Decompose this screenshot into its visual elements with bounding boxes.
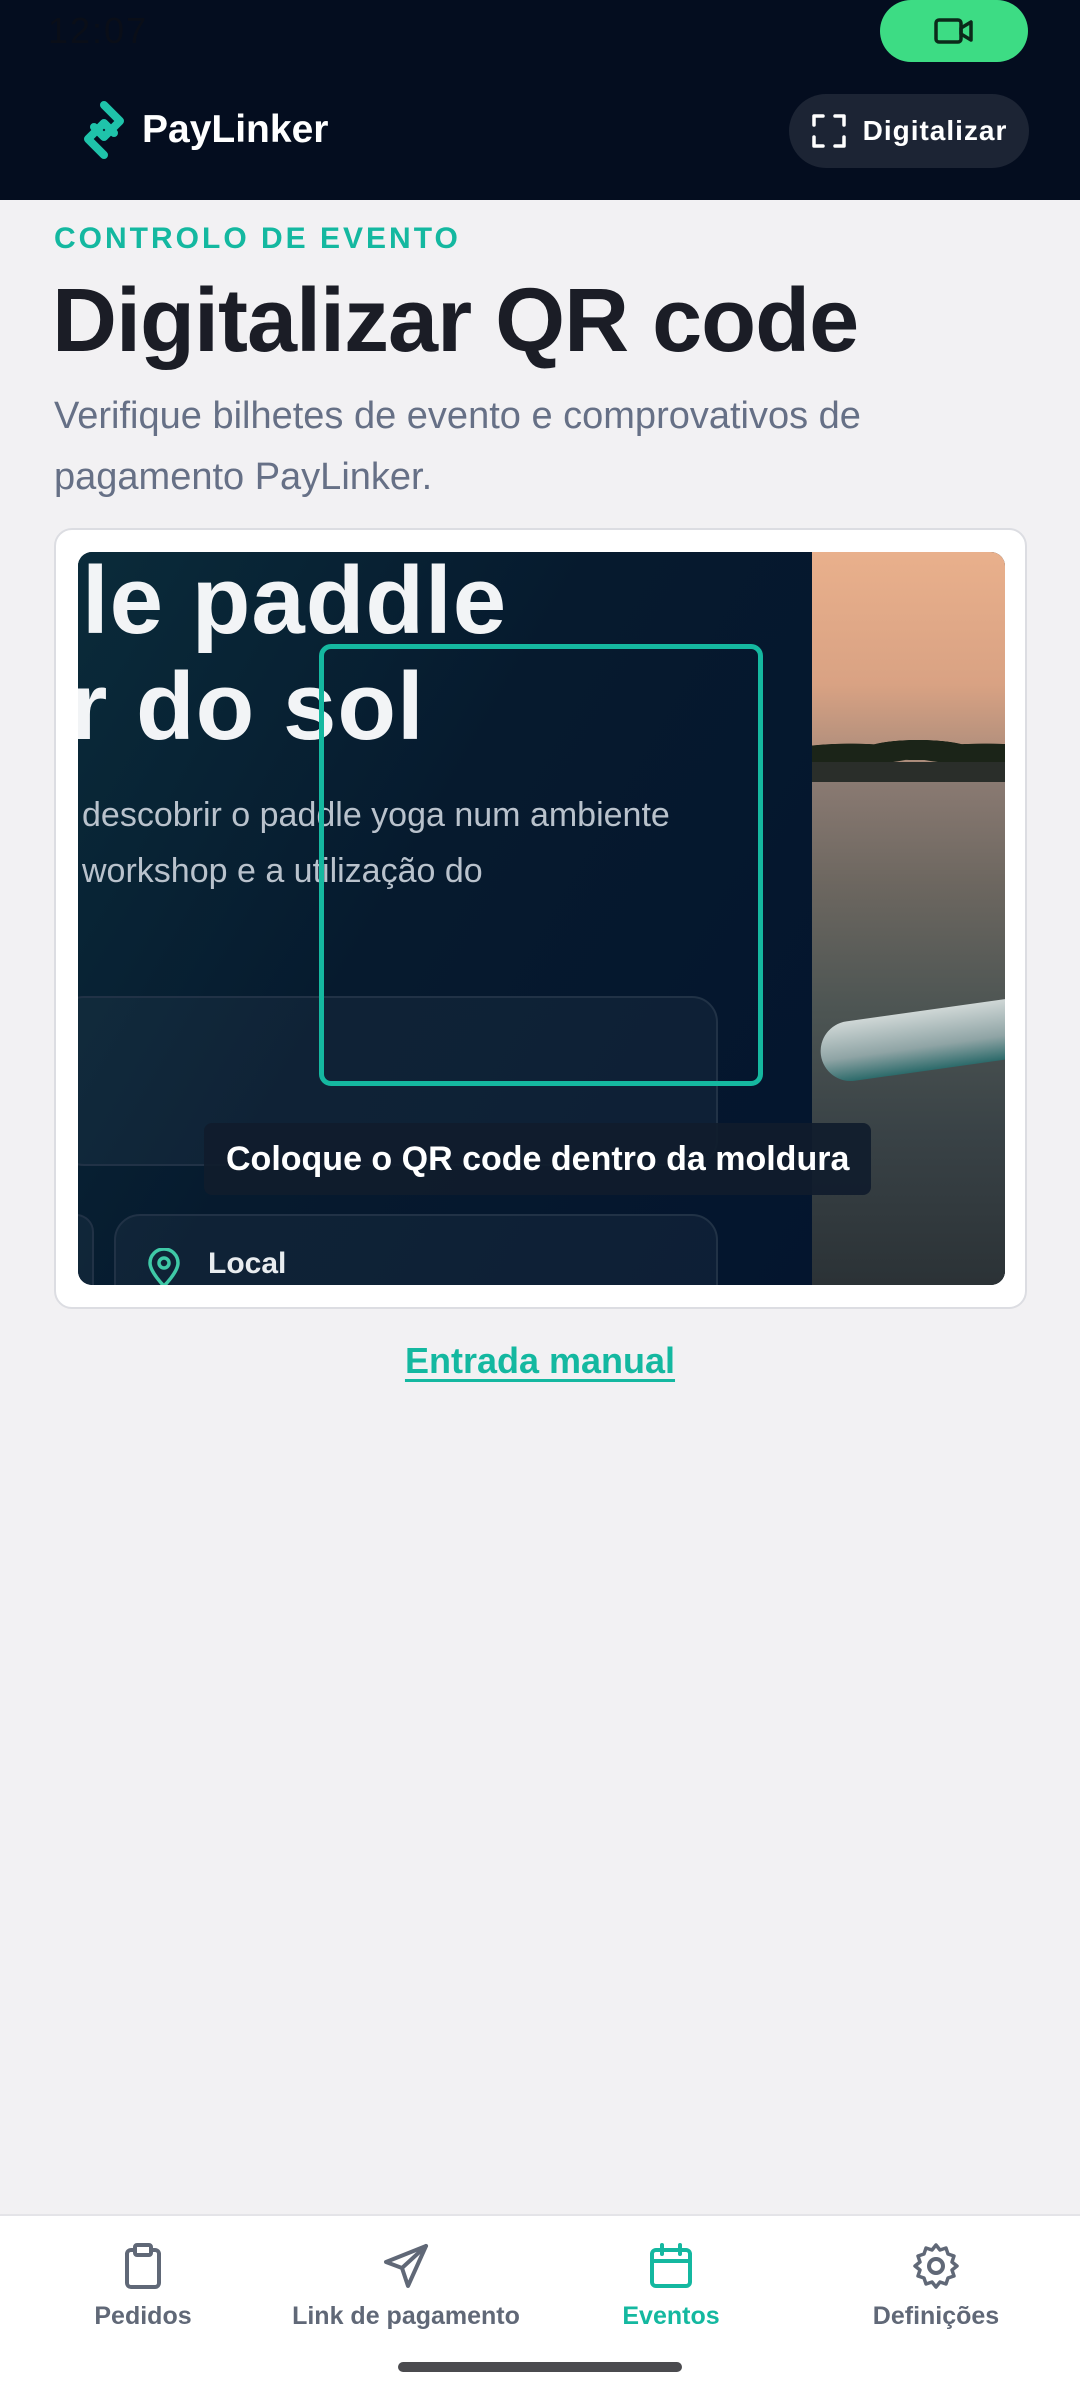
camera-feed-panel-edge <box>78 1214 94 1285</box>
app-header: 12:07 PayLinker Digitalizar <box>0 0 1080 200</box>
gesture-navigation-bar[interactable] <box>398 2362 682 2372</box>
nav-item-definicoes[interactable]: Definições <box>801 2242 1071 2352</box>
qr-target-frame <box>319 644 763 1086</box>
camera-feed-location-card <box>114 1214 718 1285</box>
clipboard-icon <box>125 2243 161 2289</box>
scan-button[interactable]: Digitalizar <box>789 94 1029 168</box>
scan-frame-icon <box>811 114 846 148</box>
camera-viewfinder[interactable]: le paddle r do sol descobrir o paddle yo… <box>78 552 1005 1285</box>
bottom-navigation: Pedidos Link de pagamento Eventos Defini… <box>0 2214 1080 2400</box>
brand-name: PayLinker <box>142 108 329 151</box>
nav-label-pedidos: Pedidos <box>94 2302 192 2330</box>
nav-item-eventos[interactable]: Eventos <box>536 2242 806 2352</box>
scan-hint: Coloque o QR code dentro da moldura <box>204 1123 872 1195</box>
paylinker-logo-icon <box>84 101 124 159</box>
camera-feed-location-label: Local <box>208 1247 287 1280</box>
scan-button-label: Digitalizar <box>862 115 1008 146</box>
manual-entry-link[interactable]: Entrada manual <box>0 1340 1080 1382</box>
section-eyebrow: CONTROLO DE EVENTO <box>54 222 461 255</box>
scanner-card: le paddle r do sol descobrir o paddle yo… <box>54 528 1027 1309</box>
camera-feed-shore <box>812 762 1005 782</box>
nav-label-definicoes: Definições <box>872 2302 1000 2330</box>
nav-label-eventos: Eventos <box>622 2302 720 2330</box>
page-subtitle: Verifique bilhetes de evento e comprovat… <box>54 395 861 498</box>
video-camera-icon <box>934 18 973 44</box>
status-time: 12:07 <box>48 10 149 51</box>
nav-label-link-de-pagamento: Link de pagamento <box>292 2302 520 2330</box>
page-title: Digitalizar QR code <box>52 271 859 371</box>
screen-record-indicator[interactable] <box>880 0 1028 62</box>
camera-feed-headline-1: le paddle <box>82 552 508 654</box>
nav-item-link-de-pagamento[interactable]: Link de pagamento <box>271 2242 541 2352</box>
send-icon <box>384 2244 428 2288</box>
calendar-icon <box>650 2243 692 2288</box>
nav-item-pedidos[interactable]: Pedidos <box>8 2242 278 2352</box>
gear-icon <box>913 2243 959 2289</box>
location-pin-icon <box>148 1248 180 1285</box>
brand-logo[interactable]: PayLinker <box>80 100 328 160</box>
